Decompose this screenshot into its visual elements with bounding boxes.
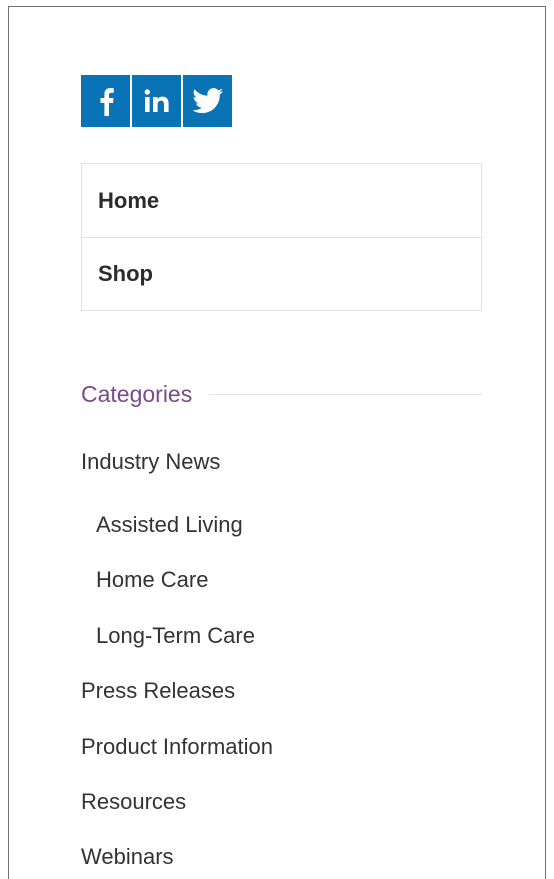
category-industry-news[interactable]: Industry News [81, 448, 220, 476]
category-home-care[interactable]: Home Care [96, 566, 208, 594]
facebook-icon [100, 88, 114, 116]
linkedin-button[interactable] [132, 75, 181, 127]
facebook-button[interactable] [81, 75, 130, 127]
category-webinars[interactable]: Webinars [81, 843, 174, 871]
categories-heading: Categories [81, 378, 482, 410]
twitter-button[interactable] [183, 75, 232, 127]
category-resources[interactable]: Resources [81, 788, 186, 816]
category-long-term-care[interactable]: Long-Term Care [96, 622, 255, 650]
categories-divider [209, 393, 482, 395]
category-press-releases[interactable]: Press Releases [81, 677, 235, 705]
main-nav: Home Shop [81, 163, 482, 311]
nav-item-shop[interactable]: Shop [82, 237, 481, 310]
social-links [81, 75, 232, 127]
category-product-information[interactable]: Product Information [81, 733, 273, 761]
linkedin-icon [144, 89, 169, 112]
categories-title: Categories [81, 380, 193, 407]
nav-item-home[interactable]: Home [82, 164, 481, 237]
category-assisted-living[interactable]: Assisted Living [96, 511, 243, 539]
twitter-icon [191, 88, 223, 114]
